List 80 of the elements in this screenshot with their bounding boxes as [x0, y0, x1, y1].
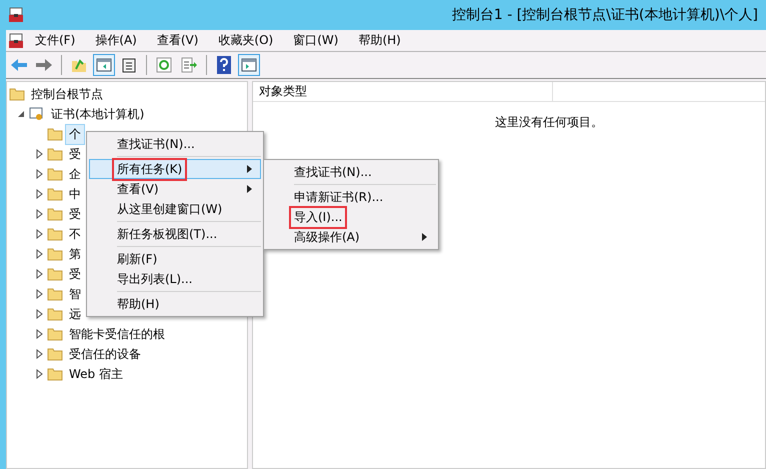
- window-pane-icon: [96, 58, 112, 72]
- menu-item-label: 高级操作(A): [293, 228, 361, 246]
- tree-node[interactable]: 证书(本地计算机): [47, 104, 148, 124]
- tree-node[interactable]: Web 宿主: [65, 364, 127, 384]
- menu-item-label: 导出列表(L)...: [116, 270, 194, 288]
- tree-node[interactable]: 控制台根节点: [27, 84, 107, 104]
- window-title: 控制台1 - [控制台根节点\证书(本地计算机)\个人]: [452, 6, 758, 24]
- menu-bar-item[interactable]: 帮助(H): [349, 30, 410, 51]
- tree-node[interactable]: 个: [65, 124, 85, 144]
- expanded-triangle-icon[interactable]: [17, 110, 25, 118]
- forward-arrow-icon: [35, 58, 53, 72]
- tree-node[interactable]: 不: [65, 224, 85, 244]
- menu-item-label: 所有任务(K): [114, 160, 186, 178]
- empty-message: 这里没有任何项目。: [495, 114, 603, 131]
- menu-bar-item[interactable]: 查看(V): [148, 30, 208, 51]
- clipboard-icon: [122, 57, 136, 73]
- toolbox-icon: [8, 7, 24, 23]
- menu-item[interactable]: 从这里创建窗口(W): [89, 199, 261, 219]
- menu-item-label: 查找证书(N)...: [116, 136, 196, 152]
- column-header[interactable]: 对象类型: [253, 82, 553, 101]
- menu-item-label: 查看(V): [116, 180, 160, 198]
- menu-item[interactable]: 所有任务(K): [89, 159, 261, 179]
- menu-item[interactable]: 查看(V): [89, 179, 261, 199]
- folder-icon: [47, 267, 63, 281]
- folder-icon: [47, 167, 63, 181]
- menu-item-label: 刷新(F): [116, 250, 158, 268]
- menu-item-label: 查找证书(N)...: [293, 164, 373, 180]
- tree-node[interactable]: 远: [65, 304, 85, 324]
- tree-node[interactable]: 受信任的设备: [65, 344, 145, 364]
- menu-item[interactable]: 高级操作(A): [266, 227, 436, 247]
- submenu-arrow-icon: [422, 233, 427, 241]
- action-pane-icon: [241, 58, 257, 72]
- folder-icon: [47, 127, 63, 141]
- menu-bar-item[interactable]: 收藏夹(O): [209, 30, 282, 51]
- menu-item-label: 从这里创建窗口(W): [116, 200, 224, 218]
- tree-node[interactable]: 智: [65, 284, 85, 304]
- menu-item[interactable]: 刷新(F): [89, 249, 261, 269]
- tree-node[interactable]: 受: [65, 264, 85, 284]
- menu-bar-item[interactable]: 窗口(W): [284, 30, 348, 51]
- submenu-arrow-icon: [247, 185, 252, 193]
- toolbar-button[interactable]: [93, 54, 115, 76]
- folder-icon: [47, 287, 63, 301]
- folder-icon: [47, 147, 63, 161]
- menu-item[interactable]: 申请新证书(R)...: [266, 187, 436, 207]
- folder-icon: [47, 327, 63, 341]
- back-arrow-icon: [10, 58, 28, 72]
- submenu-arrow-icon: [247, 165, 252, 173]
- folder-icon: [47, 187, 63, 201]
- menu-item[interactable]: 导入(I)...: [266, 207, 436, 227]
- toolbar-button[interactable]: [238, 54, 260, 76]
- menu-item[interactable]: 查找证书(N)...: [266, 162, 436, 182]
- menu-item[interactable]: 查找证书(N)...: [89, 134, 261, 154]
- menu-item-label: 帮助(H): [116, 296, 160, 312]
- menu-item[interactable]: 导出列表(L)...: [89, 269, 261, 289]
- certificate-icon: [29, 106, 45, 122]
- export-list-icon: [181, 57, 197, 73]
- tree-node[interactable]: 智能卡受信任的根: [65, 324, 169, 344]
- folder-icon: [47, 307, 63, 321]
- folder-icon: [47, 207, 63, 221]
- menu-item-label: 导入(I)...: [291, 208, 346, 226]
- help-icon: [217, 56, 231, 74]
- folder-icon: [9, 87, 25, 101]
- tree-node[interactable]: 受: [65, 204, 85, 224]
- folder-icon: [47, 367, 63, 381]
- menu-item[interactable]: 新任务板视图(T)...: [89, 224, 261, 244]
- toolbox-icon: [8, 32, 24, 48]
- tree-node[interactable]: 受: [65, 144, 85, 164]
- menu-item[interactable]: 帮助(H): [89, 294, 261, 314]
- refresh-icon: [156, 57, 172, 73]
- menu-item-label: 申请新证书(R)...: [293, 188, 384, 206]
- folder-icon: [47, 247, 63, 261]
- tree-node[interactable]: 企: [65, 164, 85, 184]
- tree-node[interactable]: 中: [65, 184, 85, 204]
- folder-up-icon: [71, 57, 87, 73]
- menu-bar-item[interactable]: 操作(A): [86, 30, 146, 51]
- menu-item-label: 新任务板视图(T)...: [116, 226, 218, 242]
- tree-node[interactable]: 第: [65, 244, 85, 264]
- folder-icon: [47, 227, 63, 241]
- folder-icon: [47, 347, 63, 361]
- menu-bar-item[interactable]: 文件(F): [26, 30, 84, 51]
